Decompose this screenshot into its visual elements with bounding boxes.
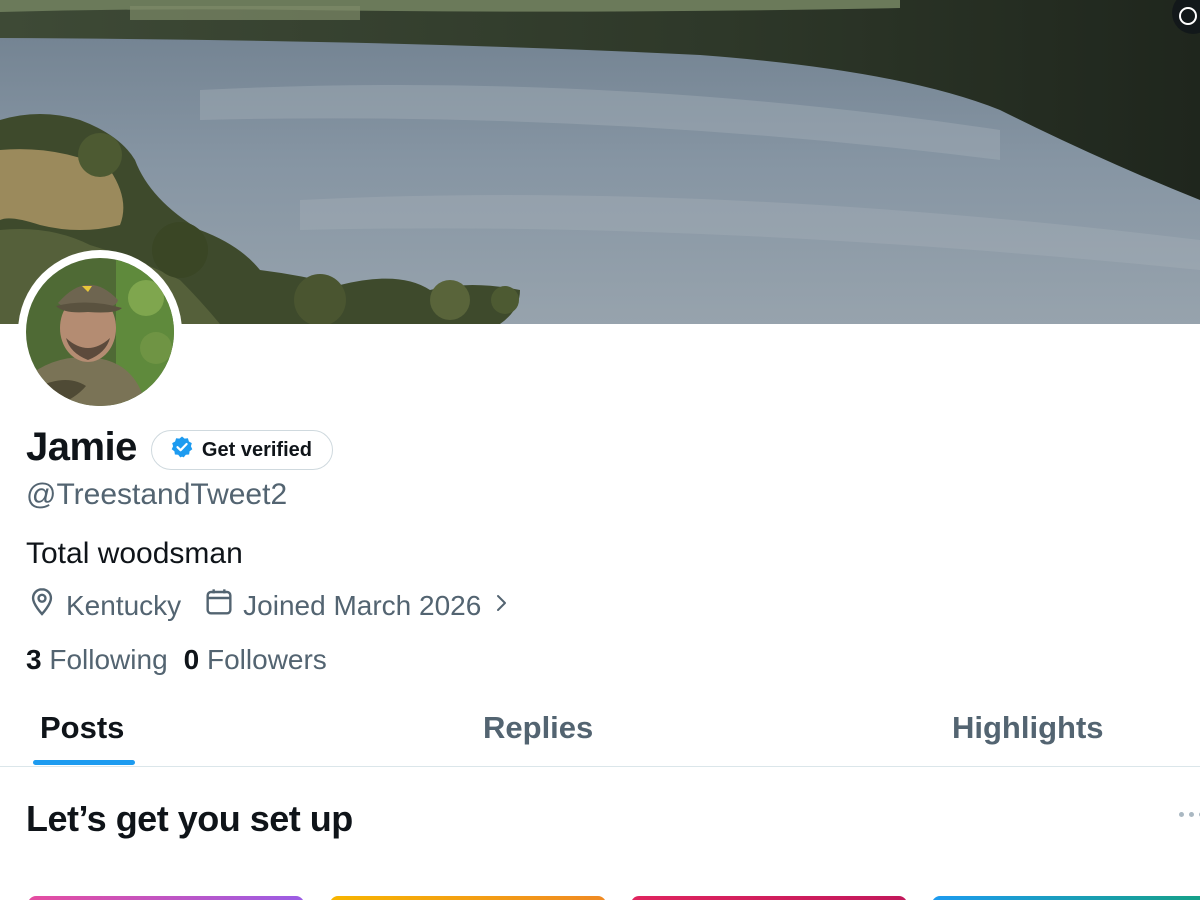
verified-badge-icon — [170, 435, 194, 465]
display-name: Jamie — [26, 424, 137, 469]
profile-meta: Kentucky Joined March 2026 — [26, 586, 513, 625]
profile-tabs: Posts Replies Highlights — [0, 700, 1200, 767]
more-icon[interactable] — [1179, 812, 1200, 817]
following-label: Following — [49, 644, 168, 675]
profile-page: Jamie Get verified @TreestandTweet2 Tota… — [0, 0, 1200, 900]
get-verified-button[interactable]: Get verified — [150, 430, 333, 470]
calendar-icon — [203, 586, 235, 625]
search-icon — [1179, 7, 1197, 25]
setup-card[interactable] — [330, 896, 606, 900]
chevron-right-icon — [489, 590, 513, 622]
setup-card[interactable] — [631, 896, 907, 900]
tab-highlights[interactable]: Highlights — [952, 710, 1104, 746]
setup-card[interactable] — [28, 896, 304, 900]
joined-text: Joined March 2026 — [243, 589, 482, 621]
followers-count: 0 — [183, 644, 200, 675]
location: Kentucky — [26, 586, 181, 625]
followers-link[interactable]: 0 Followers — [184, 644, 327, 676]
banner-image — [0, 0, 1200, 324]
setup-heading: Let’s get you set up — [26, 798, 353, 839]
avatar-image — [26, 258, 174, 406]
followers-label: Followers — [207, 644, 327, 675]
active-tab-indicator — [33, 760, 135, 765]
bio: Total woodsman — [26, 537, 243, 570]
avatar[interactable] — [18, 250, 182, 414]
get-verified-label: Get verified — [201, 438, 312, 461]
user-handle: @TreestandTweet2 — [26, 478, 288, 511]
location-text: Kentucky — [66, 589, 182, 621]
location-pin-icon — [26, 586, 58, 625]
tab-posts[interactable]: Posts — [40, 710, 124, 746]
setup-card[interactable] — [932, 896, 1200, 900]
name-row: Jamie Get verified — [26, 424, 333, 470]
tab-replies[interactable]: Replies — [483, 710, 593, 746]
follow-stats: 3 Following 0 Followers — [26, 644, 327, 676]
join-date[interactable]: Joined March 2026 — [203, 586, 513, 625]
profile-banner[interactable] — [0, 0, 1200, 324]
following-count: 3 — [26, 644, 42, 675]
following-link[interactable]: 3 Following — [26, 644, 168, 676]
